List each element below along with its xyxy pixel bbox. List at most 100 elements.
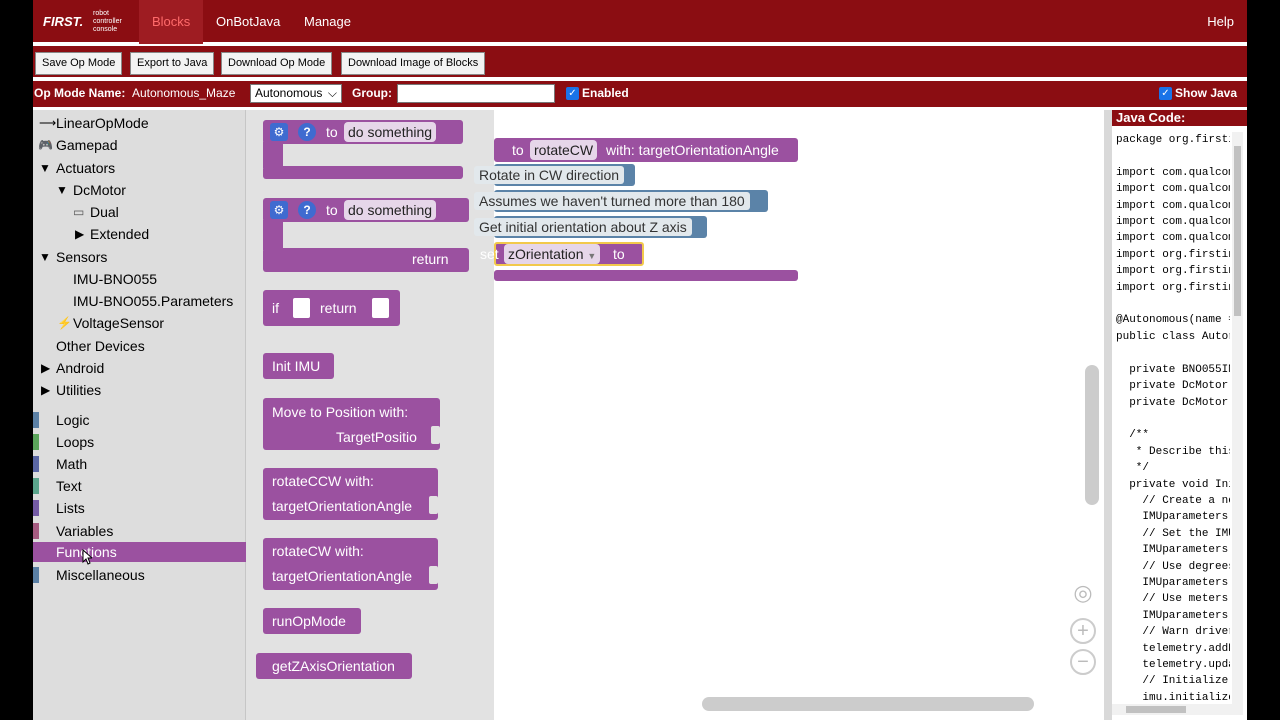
block-foot: return	[263, 248, 469, 272]
category-loops[interactable]: Loops	[33, 431, 246, 453]
call-move-to-position-block[interactable]: Move to Position with: TargetPositio	[263, 398, 440, 450]
tree-item-imu-parameters[interactable]: IMU-BNO055.Parameters	[33, 290, 246, 312]
op-mode-type-select[interactable]: Autonomous ⌵	[250, 84, 342, 103]
export-to-java-button[interactable]: Export to Java	[130, 52, 215, 75]
tree-item-linearopmode[interactable]: ⟶ LinearOpMode	[33, 112, 246, 134]
enabled-label: Enabled	[582, 86, 629, 100]
zoom-out-icon[interactable]: −	[1070, 649, 1096, 675]
blocks-workspace[interactable]: to rotateCW with: targetOrientationAngle…	[474, 110, 1104, 720]
comment-block[interactable]: Get initial orientation about Z axis	[474, 216, 707, 238]
workspace-horizontal-scrollbar[interactable]	[702, 697, 1034, 711]
return-label: return	[412, 251, 449, 267]
target-angle-label: targetOrientationAngle	[272, 568, 413, 584]
category-label: Variables	[56, 523, 114, 539]
call-run-op-mode-block[interactable]: runOpMode	[263, 608, 361, 634]
java-vertical-scrollbar[interactable]	[1232, 132, 1243, 704]
nav-manage[interactable]: Manage	[291, 0, 364, 44]
zoom-in-icon[interactable]: +	[1070, 618, 1096, 644]
tree-item-utilities[interactable]: ▶ Utilities	[33, 379, 246, 401]
comment-text[interactable]: Assumes we haven't turned more than 180	[474, 192, 750, 210]
tree-item-android[interactable]: ▶ Android	[33, 357, 246, 379]
java-code-text[interactable]: package org.firsti import com.qualcom im…	[1116, 132, 1230, 712]
caret-right-icon: ▶	[41, 383, 51, 397]
comment-text[interactable]: Rotate in CW direction	[474, 166, 625, 184]
category-math[interactable]: Math	[33, 453, 246, 475]
nav-blocks[interactable]: Blocks	[139, 0, 204, 44]
call-get-z-axis-block[interactable]: getZAxisOrientation	[256, 653, 412, 679]
tree-label: Actuators	[56, 160, 116, 176]
download-image-button[interactable]: Download Image of Blocks	[341, 52, 486, 75]
gear-icon[interactable]: ⚙	[270, 123, 288, 141]
tree-item-actuators[interactable]: ▼ Actuators	[33, 157, 246, 179]
gear-icon[interactable]: ⚙	[270, 201, 288, 219]
return-label: return	[320, 300, 357, 316]
set-variable-block[interactable]: set zOrientation ▼ to	[480, 242, 644, 266]
category-logic[interactable]: Logic	[33, 409, 246, 431]
logo-subtitle: robot controller console	[93, 10, 122, 33]
download-op-mode-button[interactable]: Download Op Mode	[221, 52, 333, 75]
category-label: Lists	[56, 500, 85, 516]
comment-text[interactable]: Get initial orientation about Z axis	[474, 218, 692, 236]
nav-onbotjava[interactable]: OnBotJava	[203, 0, 293, 44]
procedure-def-return-block[interactable]: ⚙ ? to do something	[263, 198, 469, 222]
statement-slot	[283, 146, 463, 166]
recenter-icon[interactable]: ◎	[1070, 580, 1096, 606]
call-rotate-cw-block[interactable]: rotateCW with: targetOrientationAngle	[263, 538, 438, 590]
call-init-imu-block[interactable]: Init IMU	[263, 353, 334, 379]
nav-help[interactable]: Help	[1194, 0, 1247, 44]
rotate-cw-def-block[interactable]: to rotateCW with: targetOrientationAngle	[494, 138, 798, 162]
tree-item-other-devices[interactable]: Other Devices	[33, 335, 246, 357]
show-java-checkbox[interactable]: ✓	[1159, 87, 1172, 100]
category-variables[interactable]: Variables	[33, 520, 246, 542]
category-functions[interactable]: Functions	[33, 542, 246, 565]
comment-block[interactable]: Rotate in CW direction	[474, 164, 635, 186]
to-label: to	[512, 142, 524, 158]
category-color-bar	[33, 412, 39, 428]
category-color-bar	[33, 500, 39, 516]
help-icon[interactable]: ?	[298, 123, 316, 141]
procedure-name-field[interactable]: do something	[344, 122, 437, 142]
tree-item-extended[interactable]: ▶ Extended	[33, 223, 246, 245]
caret-down-icon: ▼	[39, 250, 51, 264]
target-angle-label: targetOrientationAngle	[272, 498, 413, 514]
tree-item-gamepad[interactable]: 🎮 Gamepad	[33, 134, 246, 156]
workspace-vertical-scrollbar[interactable]	[1085, 365, 1099, 505]
tree-item-imu[interactable]: IMU-BNO055	[33, 268, 246, 290]
tree-item-dcmotor[interactable]: ▼ DcMotor	[33, 179, 246, 201]
function-name-field[interactable]: rotateCW	[530, 140, 598, 160]
get-z-axis-label: getZAxisOrientation	[272, 658, 395, 674]
variable-dropdown[interactable]: zOrientation ▼	[504, 244, 601, 264]
functions-flyout: ⚙ ? to do something ⚙ ? to do something …	[246, 110, 494, 720]
target-position-label: TargetPositio	[336, 429, 417, 445]
scroll-thumb[interactable]	[1234, 146, 1241, 316]
java-horizontal-scrollbar[interactable]	[1112, 704, 1243, 715]
op-mode-type-value: Autonomous	[255, 86, 323, 100]
tree-item-sensors[interactable]: ▼ Sensors	[33, 246, 246, 268]
category-lists[interactable]: Lists	[33, 497, 246, 519]
save-op-mode-button[interactable]: Save Op Mode	[35, 52, 123, 75]
category-miscellaneous[interactable]: Miscellaneous	[33, 564, 246, 586]
call-rotate-ccw-block[interactable]: rotateCCW with: targetOrientationAngle	[263, 468, 438, 520]
category-text[interactable]: Text	[33, 475, 246, 497]
statement-slot	[283, 224, 469, 246]
to-label: to	[613, 246, 625, 262]
dual-motor-icon: ▭	[73, 205, 85, 219]
scroll-thumb[interactable]	[1126, 706, 1186, 713]
top-navbar: FIRST. robot controller console Blocks O…	[33, 0, 1247, 44]
tree-item-dual[interactable]: ▭ Dual	[33, 201, 246, 223]
block-stem	[263, 142, 283, 168]
procedure-def-block[interactable]: ⚙ ? to do something	[263, 120, 463, 144]
tree-item-voltagesensor[interactable]: ⚡ VoltageSensor	[33, 312, 246, 334]
input-slot	[429, 566, 438, 584]
category-label: Math	[56, 456, 88, 472]
group-input[interactable]	[397, 84, 555, 103]
procedure-name-field[interactable]: do something	[344, 200, 437, 220]
help-icon[interactable]: ?	[298, 201, 316, 219]
if-return-block[interactable]: if return	[263, 290, 400, 326]
set-label: set	[480, 246, 499, 262]
op-mode-name-value[interactable]: Autonomous_Maze	[132, 86, 235, 100]
enabled-checkbox[interactable]: ✓	[566, 87, 579, 100]
input-slot	[431, 426, 440, 444]
dropdown-arrow-icon: ▼	[587, 251, 597, 261]
comment-block[interactable]: Assumes we haven't turned more than 180	[474, 190, 768, 212]
